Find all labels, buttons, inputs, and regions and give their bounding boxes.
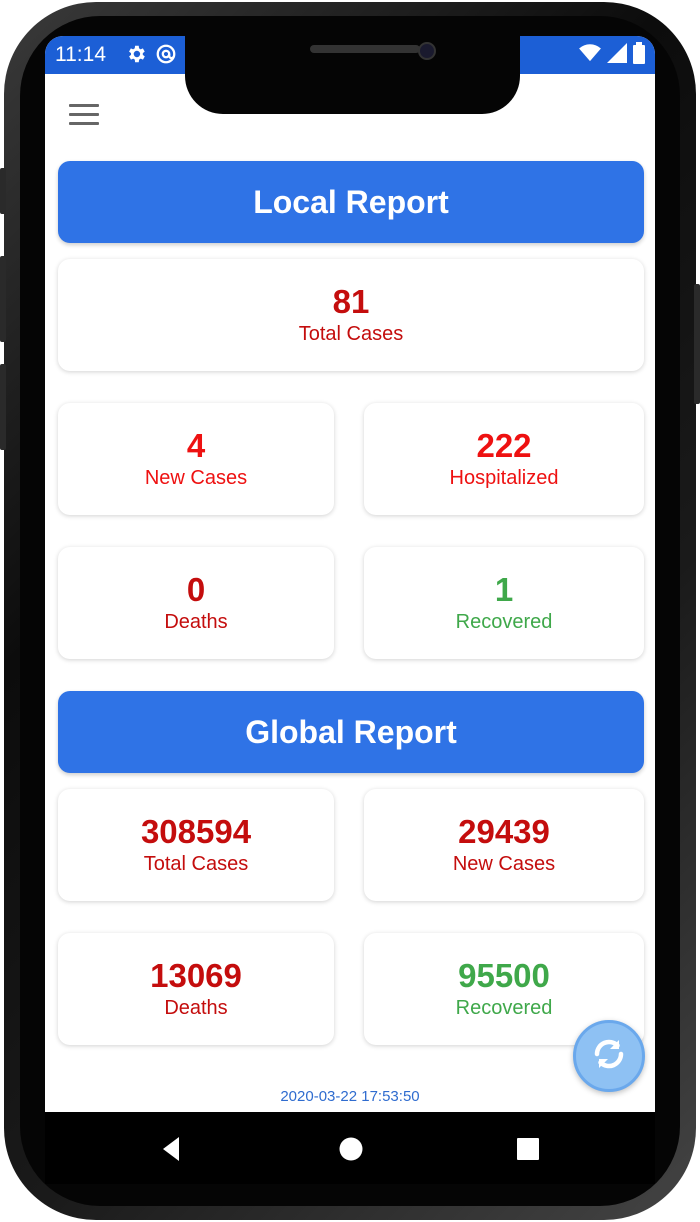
phone-volume-down <box>0 364 6 450</box>
refresh-icon <box>589 1034 629 1079</box>
global-total-cases-value: 308594 <box>140 813 252 850</box>
local-report-header[interactable]: Local Report <box>58 161 644 243</box>
local-hospitalized-label: Hospitalized <box>449 467 559 489</box>
gear-icon <box>125 43 147 70</box>
global-total-cases-label: Total Cases <box>143 853 249 875</box>
recents-icon[interactable] <box>513 1134 543 1164</box>
android-nav-bar <box>45 1112 655 1184</box>
local-hospitalized-value: 222 <box>476 427 532 464</box>
global-new-cases-label: New Cases <box>452 853 556 875</box>
app-screen: 11:14 Local Report 81 Total Cases 4 New … <box>45 36 655 1112</box>
global-new-cases-card: 29439 New Cases <box>364 789 644 901</box>
refresh-button[interactable] <box>573 1020 645 1092</box>
local-new-cases-label: New Cases <box>144 467 248 489</box>
at-icon <box>155 43 177 70</box>
back-icon[interactable] <box>157 1134 187 1164</box>
global-total-cases-card: 308594 Total Cases <box>58 789 334 901</box>
phone-side-button <box>0 168 6 214</box>
front-camera <box>418 42 436 60</box>
home-icon[interactable] <box>336 1134 366 1164</box>
global-deaths-value: 13069 <box>150 957 242 994</box>
local-total-cases-label: Total Cases <box>298 323 404 345</box>
status-bar: 11:14 <box>45 36 655 114</box>
local-new-cases-value: 4 <box>186 427 206 464</box>
status-time: 11:14 <box>55 43 106 66</box>
battery-icon <box>633 42 645 69</box>
menu-icon[interactable] <box>69 104 99 128</box>
wifi-icon <box>579 43 601 68</box>
local-new-cases-card: 4 New Cases <box>58 403 334 515</box>
phone-volume-up <box>0 256 6 342</box>
phone-power-button <box>694 284 700 404</box>
local-total-cases-value: 81 <box>332 283 370 320</box>
local-total-cases-card: 81 Total Cases <box>58 259 644 371</box>
local-recovered-value: 1 <box>494 571 514 608</box>
local-deaths-card: 0 Deaths <box>58 547 334 659</box>
global-new-cases-value: 29439 <box>458 813 550 850</box>
local-deaths-value: 0 <box>186 571 206 608</box>
global-deaths-card: 13069 Deaths <box>58 933 334 1045</box>
global-recovered-value: 95500 <box>458 957 550 994</box>
global-recovered-label: Recovered <box>455 997 553 1019</box>
local-recovered-card: 1 Recovered <box>364 547 644 659</box>
local-recovered-label: Recovered <box>455 611 553 633</box>
signal-icon <box>607 43 627 68</box>
global-deaths-label: Deaths <box>164 997 228 1019</box>
local-deaths-label: Deaths <box>164 611 228 633</box>
camera-notch <box>185 36 520 114</box>
local-hospitalized-card: 222 Hospitalized <box>364 403 644 515</box>
speaker-grille <box>310 45 420 53</box>
last-updated-timestamp: 2020-03-22 17:53:50 <box>280 1088 420 1105</box>
global-report-header[interactable]: Global Report <box>58 691 644 773</box>
